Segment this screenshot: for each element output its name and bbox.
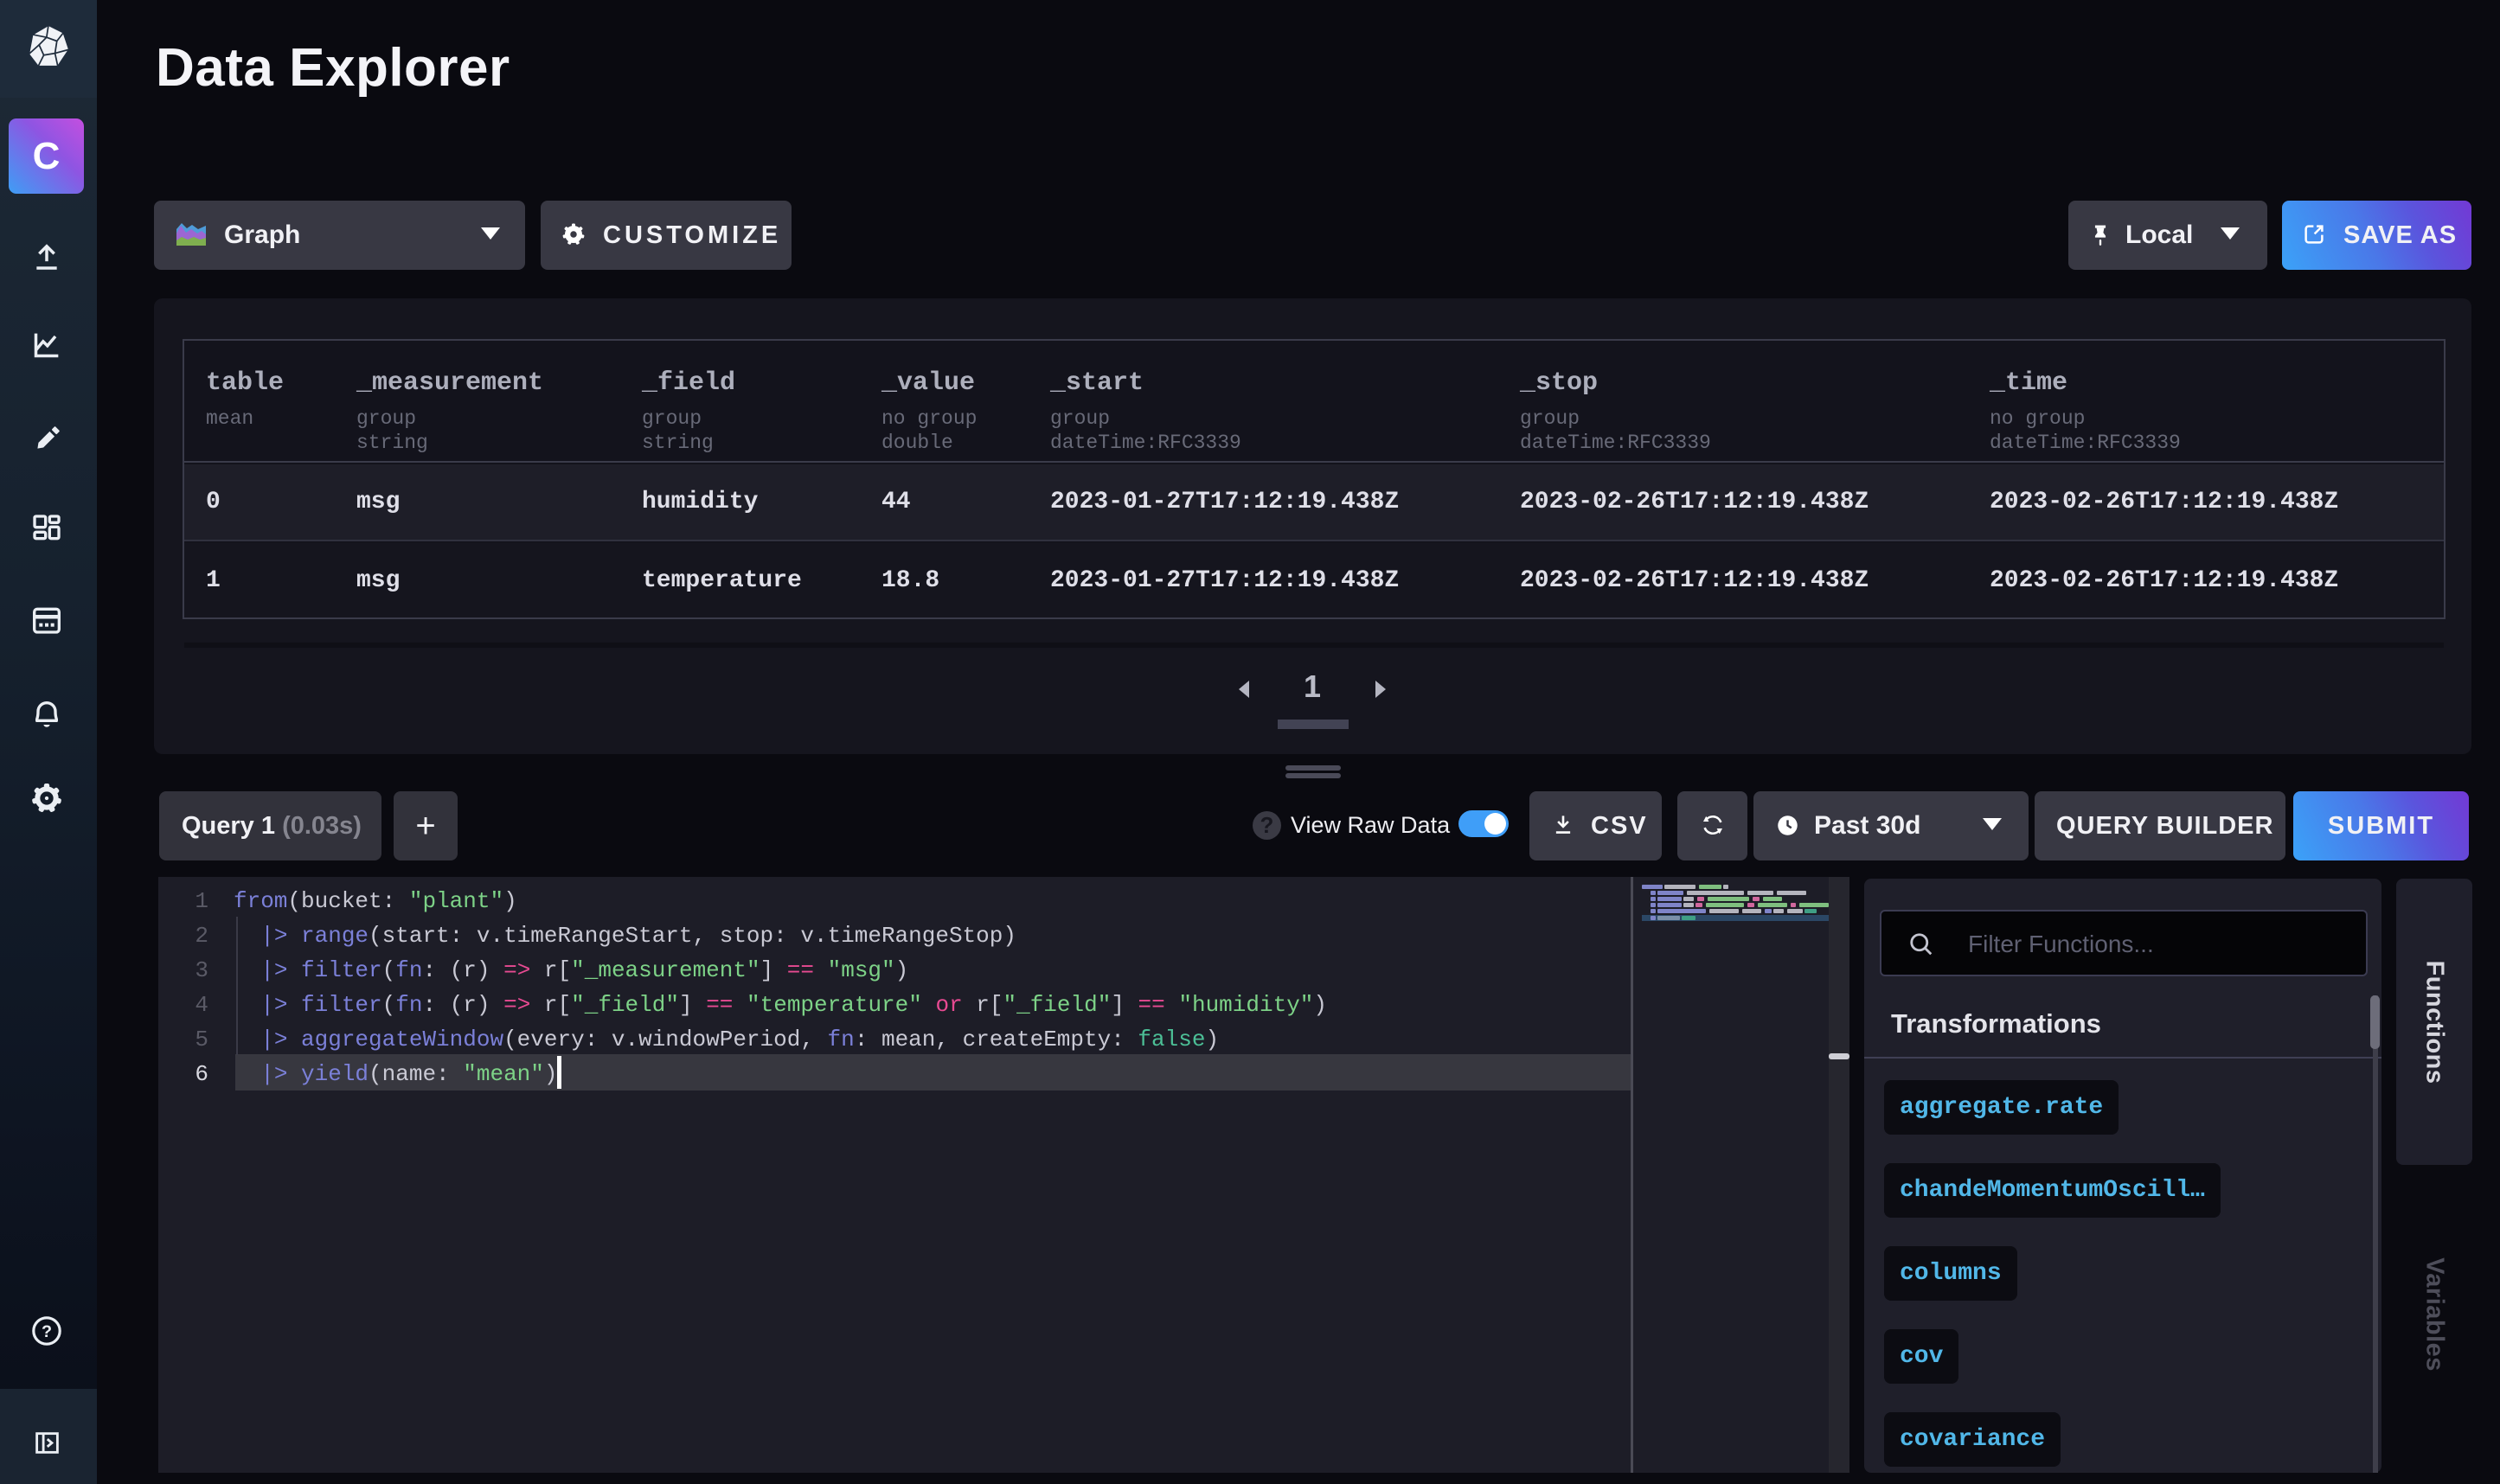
svg-text:?: ?	[42, 1322, 52, 1341]
